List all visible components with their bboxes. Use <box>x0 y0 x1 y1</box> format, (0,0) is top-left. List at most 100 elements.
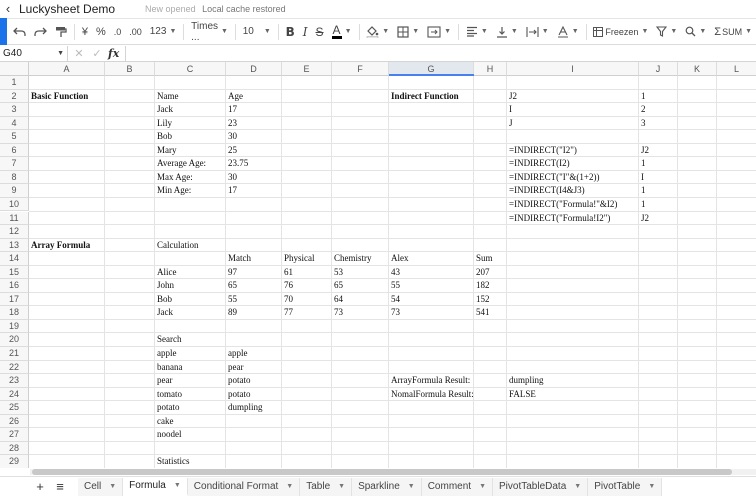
row-header-28[interactable]: 28 <box>0 441 29 456</box>
number-format-dropdown[interactable]: 123 ▼ <box>146 21 181 43</box>
cell-g15[interactable]: 43 <box>389 266 400 280</box>
column-header-c[interactable]: C <box>155 62 226 76</box>
cell-i24[interactable]: FALSE <box>507 388 536 402</box>
cell-c23[interactable]: pear <box>155 374 173 388</box>
row-header-11[interactable]: 11 <box>0 211 29 226</box>
cell-d22[interactable]: pear <box>226 361 244 375</box>
cell-g16[interactable]: 55 <box>389 279 400 293</box>
cell-d15[interactable]: 97 <box>226 266 237 280</box>
row-header-10[interactable]: 10 <box>0 197 29 212</box>
undo-button[interactable] <box>9 21 30 43</box>
cell-i10[interactable]: =INDIRECT("Formula!"&I2) <box>507 198 617 212</box>
cell-d8[interactable]: 30 <box>226 171 237 185</box>
cell-j11[interactable]: J2 <box>639 212 649 226</box>
sheet-tab-formula[interactable]: Formula ▼ <box>123 477 188 496</box>
chevron-down-icon[interactable]: ▼ <box>648 483 655 490</box>
cell-i7[interactable]: =INDIRECT(I2) <box>507 157 570 171</box>
cell-j7[interactable]: 1 <box>639 157 646 171</box>
font-size-dropdown[interactable]: 10 ▼ <box>239 21 275 43</box>
cell-i11[interactable]: =INDIRECT("Formula!I2") <box>507 212 610 226</box>
row-header-26[interactable]: 26 <box>0 414 29 429</box>
cell-i4[interactable]: J <box>507 117 513 131</box>
sheet-tab-comment[interactable]: Comment ▼ <box>421 477 493 496</box>
cell-i9[interactable]: =INDIRECT(I4&J3) <box>507 184 585 198</box>
cell-c26[interactable]: cake <box>155 415 173 429</box>
find-button[interactable]: ▼ <box>681 21 710 43</box>
row-header-19[interactable]: 19 <box>0 319 29 334</box>
merge-cells-button[interactable]: ▼ <box>423 21 455 43</box>
border-button[interactable]: ▼ <box>393 21 423 43</box>
cell-c24[interactable]: tomato <box>155 388 182 402</box>
format-painter-button[interactable] <box>51 21 71 43</box>
chevron-down-icon[interactable]: ▼ <box>574 483 581 490</box>
cell-d3[interactable]: 17 <box>226 103 237 117</box>
cell-g18[interactable]: 73 <box>389 306 400 320</box>
bold-button[interactable]: B <box>282 21 299 43</box>
cell-j3[interactable]: 2 <box>639 103 646 117</box>
cell-c22[interactable]: banana <box>155 361 182 375</box>
fill-color-button[interactable]: ▼ <box>362 21 393 43</box>
chevron-down-icon[interactable]: ▼ <box>174 482 181 489</box>
cell-e18[interactable]: 77 <box>282 306 293 320</box>
cell-i3[interactable]: I <box>507 103 512 117</box>
cell-g24[interactable]: NomalFormula Result: <box>389 388 474 402</box>
currency-format-button[interactable]: ¥ <box>78 21 92 43</box>
sheet-tab-pivottable[interactable]: PivotTable ▼ <box>588 477 663 496</box>
column-header-b[interactable]: B <box>105 62 155 76</box>
cell-g23[interactable]: ArrayFormula Result: <box>389 374 470 388</box>
cell-c13[interactable]: Calculation <box>155 239 199 253</box>
cell-d18[interactable]: 89 <box>226 306 237 320</box>
chevron-left-icon[interactable]: ‹ <box>1 0 15 17</box>
row-header-1[interactable]: 1 <box>0 76 29 90</box>
text-rotate-button[interactable]: ▼ <box>553 21 583 43</box>
cell-a13[interactable]: Array Formula <box>29 239 90 253</box>
cell-d4[interactable]: 23 <box>226 117 237 131</box>
sheet-list-icon[interactable]: ≡ <box>50 479 70 494</box>
cell-h17[interactable]: 152 <box>474 293 490 307</box>
cell-i6[interactable]: =INDIRECT("I2") <box>507 144 577 158</box>
row-header-7[interactable]: 7 <box>0 157 29 171</box>
cell-c20[interactable]: Search <box>155 333 182 347</box>
row-header-20[interactable]: 20 <box>0 333 29 347</box>
function-icon[interactable]: fx <box>108 47 119 60</box>
chevron-down-icon[interactable]: ▼ <box>286 483 293 490</box>
row-header-16[interactable]: 16 <box>0 279 29 293</box>
percent-format-button[interactable]: % <box>92 21 110 43</box>
cell-c21[interactable]: apple <box>155 347 177 361</box>
row-header-14[interactable]: 14 <box>0 252 29 266</box>
italic-button[interactable]: I <box>299 21 312 43</box>
cell-d7[interactable]: 23.75 <box>226 157 248 171</box>
column-header-e[interactable]: E <box>282 62 332 76</box>
cell-c5[interactable]: Bob <box>155 130 172 144</box>
cell-a2[interactable]: Basic Function <box>29 90 88 104</box>
cell-j6[interactable]: J2 <box>639 144 649 158</box>
cell-i23[interactable]: dumpling <box>507 374 544 388</box>
cell-h18[interactable]: 541 <box>474 306 490 320</box>
row-header-29[interactable]: 29 <box>0 455 29 468</box>
chevron-down-icon[interactable]: ▼ <box>109 483 116 490</box>
cell-i2[interactable]: J2 <box>507 90 517 104</box>
cell-j10[interactable]: 1 <box>639 198 646 212</box>
row-header-27[interactable]: 27 <box>0 428 29 442</box>
cell-c9[interactable]: Min Age: <box>155 184 191 198</box>
cell-g14[interactable]: Alex <box>389 252 409 266</box>
cell-e16[interactable]: 76 <box>282 279 293 293</box>
cell-c16[interactable]: John <box>155 279 174 293</box>
column-header-j[interactable]: J <box>639 62 678 76</box>
cell-j2[interactable]: 1 <box>639 90 646 104</box>
row-header-23[interactable]: 23 <box>0 374 29 388</box>
cell-h16[interactable]: 182 <box>474 279 490 293</box>
vertical-align-button[interactable]: ▼ <box>492 21 522 43</box>
chevron-down-icon[interactable]: ▼ <box>479 483 486 490</box>
row-header-21[interactable]: 21 <box>0 347 29 361</box>
cell-d21[interactable]: apple <box>226 347 248 361</box>
add-sheet-icon[interactable]: + <box>30 479 50 494</box>
column-header-a[interactable]: A <box>29 62 105 76</box>
cell-d24[interactable]: potato <box>226 388 251 402</box>
column-header-d[interactable]: D <box>226 62 282 76</box>
row-header-25[interactable]: 25 <box>0 401 29 415</box>
column-header-l[interactable]: L <box>717 62 756 76</box>
text-wrap-button[interactable]: ▼ <box>522 21 553 43</box>
row-header-9[interactable]: 9 <box>0 184 29 198</box>
row-header-4[interactable]: 4 <box>0 116 29 131</box>
